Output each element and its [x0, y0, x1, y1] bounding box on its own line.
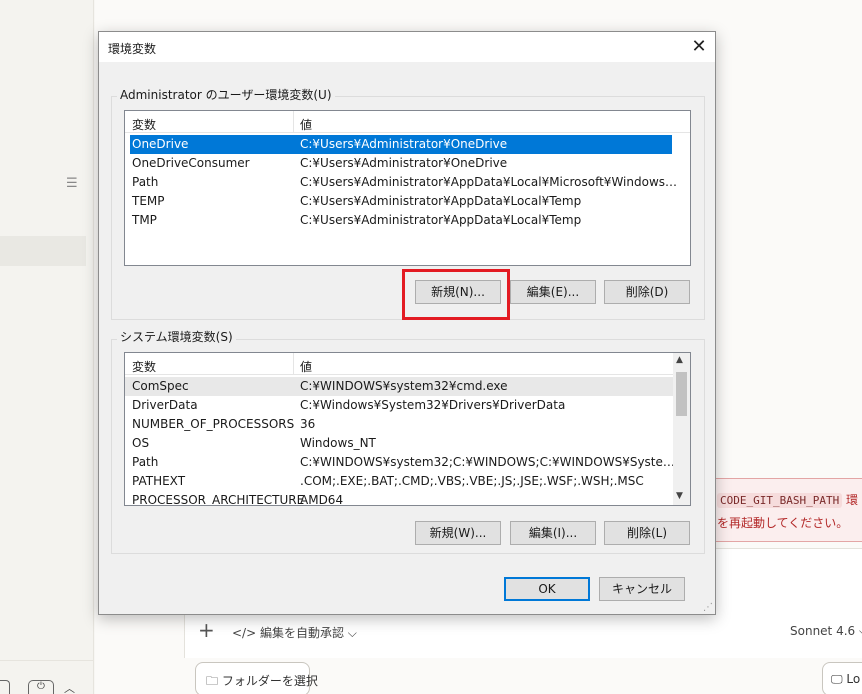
error-banner: CODE_GIT_BASH_PATH 環 を再起動してください。: [710, 478, 862, 542]
scroll-up-icon[interactable]: ▲: [676, 355, 683, 365]
user-edit-button[interactable]: 編集(E)...: [510, 280, 596, 304]
table-row[interactable]: TMP C:¥Users¥Administrator¥AppData¥Local¥…: [125, 211, 690, 230]
scrollbar[interactable]: ▲ ▼: [673, 353, 690, 505]
column-header-variable[interactable]: 変数: [132, 116, 156, 133]
dialog-title: 環境変数: [108, 42, 157, 56]
system-variables-list[interactable]: 変数 値 ComSpec C:¥WINDOWS¥system32¥cmd.exe D…: [124, 352, 691, 506]
column-header-value[interactable]: 値: [300, 116, 312, 133]
table-row[interactable]: PROCESSOR_ARCHITECTURE AMD64: [125, 491, 690, 506]
variable-name: OS: [132, 436, 150, 450]
select-folder-button[interactable]: 🗀 フォルダーを選択: [195, 662, 318, 694]
variable-value: C:¥WINDOWS¥system32¥cmd.exe: [300, 379, 508, 393]
column-header-variable[interactable]: 変数: [132, 358, 156, 375]
variable-name: OneDrive: [132, 137, 189, 151]
cancel-button[interactable]: キャンセル: [599, 577, 685, 601]
variable-name: NUMBER_OF_PROCESSORS: [132, 417, 295, 431]
variable-value: Windows_NT: [300, 436, 376, 450]
user-delete-button[interactable]: 削除(D): [604, 280, 690, 304]
list-header: 変数 値: [125, 111, 690, 133]
table-row[interactable]: ComSpec C:¥WINDOWS¥system32¥cmd.exe: [125, 377, 690, 396]
variable-value: C:¥WINDOWS¥system32;C:¥WINDOWS;C:¥WINDOW…: [300, 455, 680, 469]
column-separator[interactable]: [293, 111, 294, 133]
variable-value: C:¥Windows¥System32¥Drivers¥DriverData: [300, 398, 566, 412]
column-separator[interactable]: [293, 353, 294, 375]
system-edit-button[interactable]: 編集(I)...: [510, 521, 596, 545]
system-new-button[interactable]: 新規(W)...: [415, 521, 501, 545]
annotation-highlight-box: [402, 269, 510, 320]
dialog-titlebar: 環境変数 ✕: [99, 32, 715, 62]
add-icon[interactable]: +: [198, 618, 215, 642]
local-button[interactable]: 🖵 Lo: [822, 662, 862, 694]
error-code: CODE_GIT_BASH_PATH: [717, 493, 843, 508]
close-icon[interactable]: ✕: [687, 35, 711, 59]
variable-value: C:¥Users¥Administrator¥AppData¥Local¥Tem…: [300, 213, 582, 227]
auto-approve-dropdown[interactable]: </> 編集を自動承認 ⌵: [232, 624, 357, 641]
error-text: 環: [846, 493, 859, 507]
table-row[interactable]: OneDriveConsumer C:¥Users¥Administrator¥O…: [125, 154, 690, 173]
variable-name: TMP: [132, 213, 157, 227]
table-row[interactable]: OS Windows_NT: [125, 434, 690, 453]
system-delete-button[interactable]: 削除(L): [604, 521, 690, 545]
variable-name: ComSpec: [132, 379, 189, 393]
plug-icon[interactable]: ⏻: [28, 680, 54, 694]
user-variables-label: Administrator のユーザー環境変数(U): [117, 86, 335, 103]
chevron-up-icon[interactable]: ︿: [64, 680, 75, 694]
table-row[interactable]: DriverData C:¥Windows¥System32¥Drivers¥Dr…: [125, 396, 690, 415]
list-header: 変数 値: [125, 353, 690, 375]
sidebar-selected-item[interactable]: [0, 236, 86, 266]
user-variables-list[interactable]: 変数 値 OneDrive C:¥Users¥Administrator¥OneD…: [124, 110, 691, 266]
system-variables-label: システム環境変数(S): [117, 328, 236, 345]
table-row[interactable]: TEMP C:¥Users¥Administrator¥AppData¥Local…: [125, 192, 690, 211]
variable-value: C:¥Users¥Administrator¥AppData¥Local¥Mic…: [300, 175, 680, 189]
environment-variables-dialog: 環境変数 ✕ Administrator のユーザー環境変数(U) 変数 値 O…: [98, 31, 716, 615]
variable-value: AMD64: [300, 493, 344, 506]
variable-value: 36: [300, 417, 316, 431]
scrollbar-thumb[interactable]: [676, 372, 687, 416]
table-row[interactable]: OneDrive C:¥Users¥Administrator¥OneDrive: [130, 135, 672, 154]
user-variables-rows: OneDrive C:¥Users¥Administrator¥OneDrive O…: [125, 135, 690, 230]
variable-value: C:¥Users¥Administrator¥OneDrive: [300, 156, 508, 170]
variable-name: DriverData: [132, 398, 198, 412]
error-text-line2: を再起動してください。: [717, 516, 849, 530]
variable-value: C:¥Users¥Administrator¥AppData¥Local¥Tem…: [300, 194, 582, 208]
resize-grip-icon[interactable]: ⋰: [703, 602, 713, 613]
variable-value: C:¥Users¥Administrator¥OneDrive: [300, 137, 508, 151]
model-selector[interactable]: Sonnet 4.6 ⌵: [790, 624, 862, 639]
variable-name: PROCESSOR_ARCHITECTURE: [132, 493, 305, 506]
column-header-value[interactable]: 値: [300, 358, 312, 375]
variable-name: Path: [132, 455, 159, 469]
filter-icon[interactable]: ☰: [66, 176, 78, 191]
table-row[interactable]: NUMBER_OF_PROCESSORS 36: [125, 415, 690, 434]
variable-value: .COM;.EXE;.BAT;.CMD;.VBS;.VBE;.JS;.JSE;.…: [300, 474, 644, 488]
table-row[interactable]: Path C:¥Users¥Administrator¥AppData¥Local…: [125, 173, 690, 192]
variable-name: OneDriveConsumer: [132, 156, 250, 170]
scroll-down-icon[interactable]: ▼: [676, 491, 683, 501]
table-row[interactable]: Path C:¥WINDOWS¥system32;C:¥WINDOWS;C:¥WI…: [125, 453, 690, 472]
variable-name: TEMP: [132, 194, 165, 208]
sidebar: ☰ ⏻ ︿: [0, 0, 94, 694]
sidebar-footer-button[interactable]: [0, 680, 10, 694]
variable-name: Path: [132, 175, 159, 189]
system-variables-rows: ComSpec C:¥WINDOWS¥system32¥cmd.exe Driver…: [125, 377, 690, 506]
variable-name: PATHEXT: [132, 474, 186, 488]
ok-button[interactable]: OK: [504, 577, 590, 601]
table-row[interactable]: PATHEXT .COM;.EXE;.BAT;.CMD;.VBS;.VBE;.JS…: [125, 472, 690, 491]
